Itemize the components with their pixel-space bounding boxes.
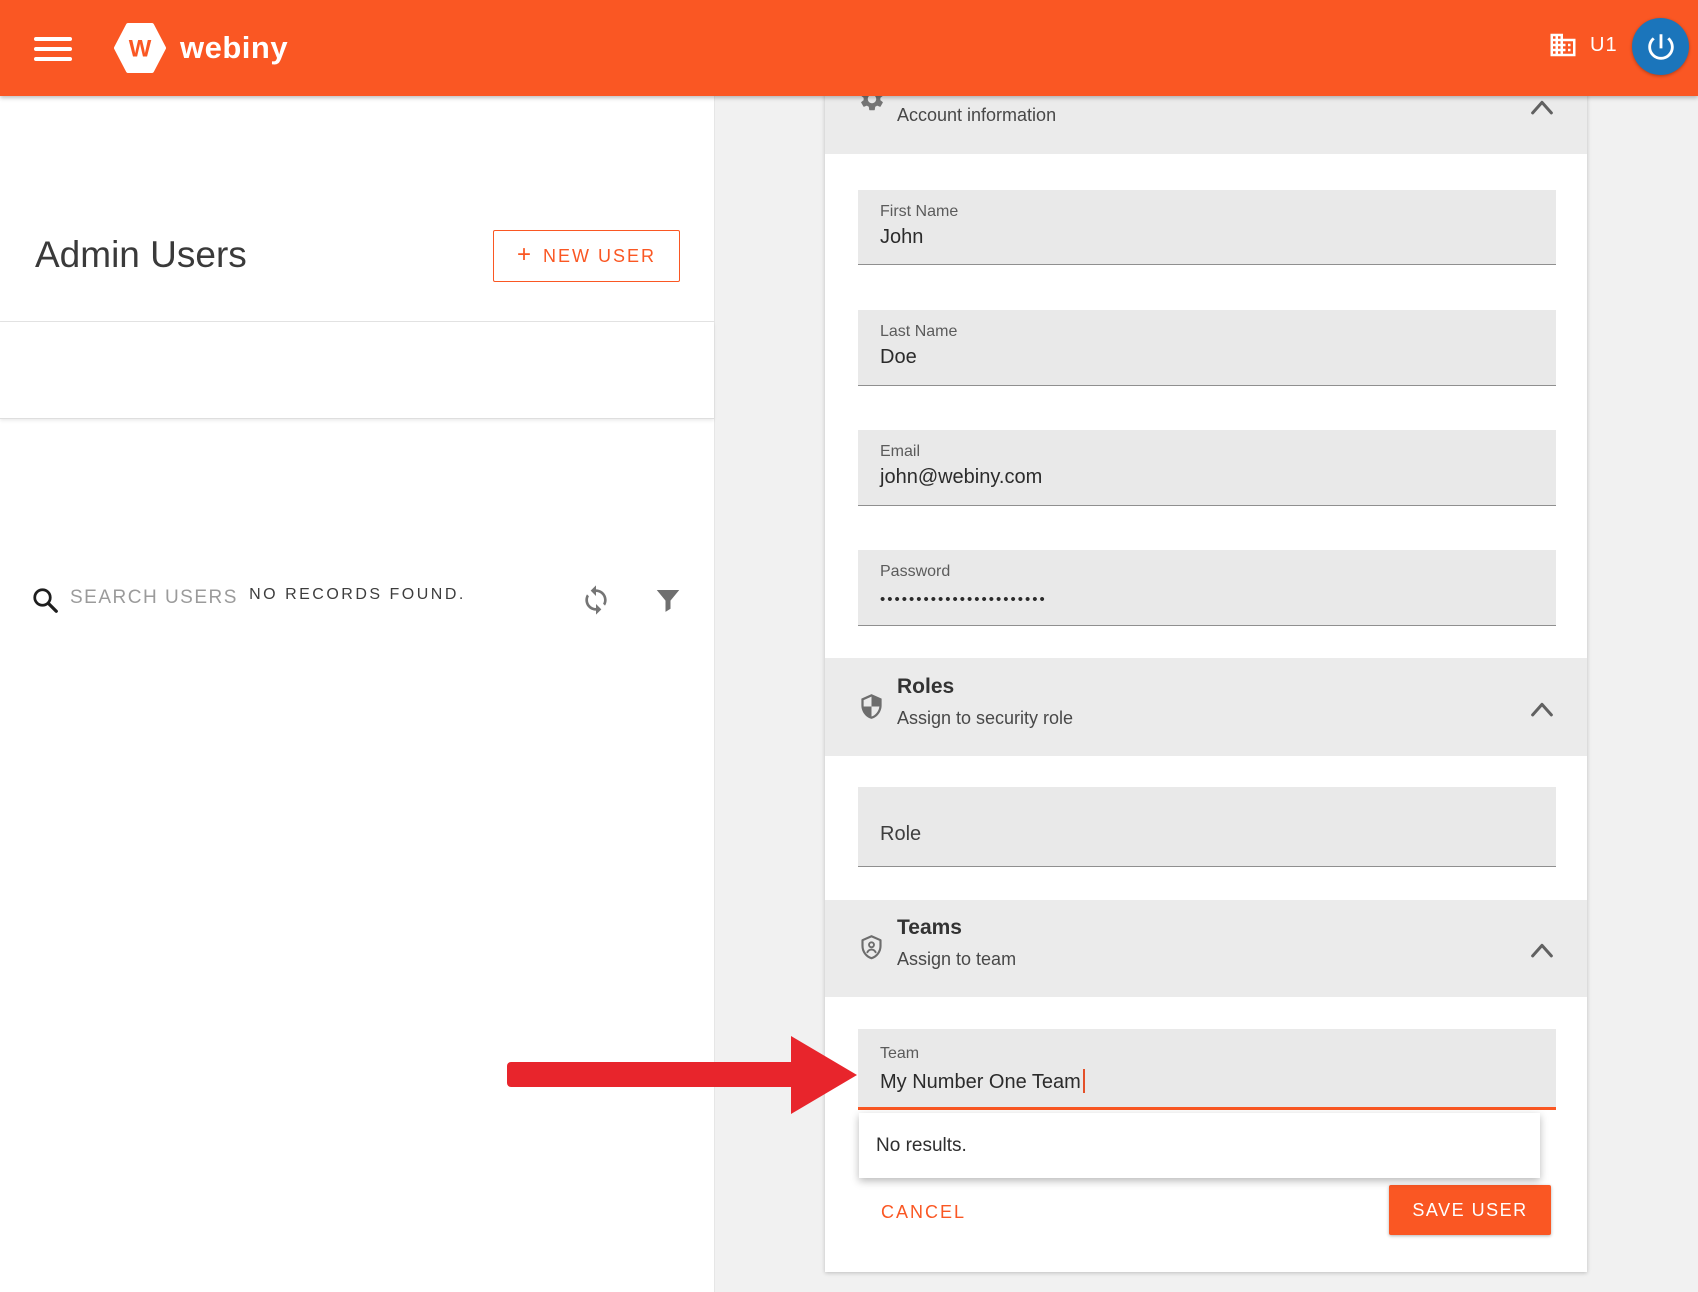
page-title: Admin Users	[35, 234, 247, 276]
password-masked-value: •••••••••••••••••••••••	[880, 591, 1047, 608]
tenant-selector[interactable]: U1	[1548, 30, 1618, 60]
save-user-button[interactable]: SAVE USER	[1389, 1185, 1551, 1235]
user-avatar[interactable]	[1632, 18, 1689, 75]
first-name-field[interactable]: First Name John	[858, 190, 1556, 265]
chevron-up-icon[interactable]	[1528, 96, 1556, 118]
chevron-up-icon[interactable]	[1528, 698, 1556, 720]
tenant-badge: U1	[1590, 34, 1618, 57]
shield-icon	[858, 693, 885, 720]
first-name-value: John	[880, 226, 923, 249]
section-title-teams: Teams	[897, 916, 962, 940]
email-label: Email	[880, 443, 920, 461]
last-name-field[interactable]: Last Name Doe	[858, 310, 1556, 386]
shield-person-icon	[858, 934, 885, 961]
no-results-message: No results.	[876, 1135, 967, 1157]
last-name-value: Doe	[880, 346, 917, 369]
section-subtitle-roles: Assign to security role	[897, 708, 1073, 729]
building-icon	[1548, 30, 1578, 60]
team-autocomplete-field[interactable]: Team My Number One Team	[858, 1029, 1556, 1110]
section-header-teams[interactable]: Teams Assign to team	[825, 900, 1587, 997]
brand-wordmark: webiny	[180, 30, 288, 66]
team-input-value: My Number One Team	[880, 1069, 1085, 1094]
section-title-roles: Roles	[897, 675, 954, 699]
autocomplete-dropdown[interactable]: No results.	[859, 1113, 1540, 1178]
hamburger-menu-icon[interactable]	[34, 31, 72, 65]
role-placeholder: Role	[880, 823, 921, 846]
app-top-bar: W webiny U1	[0, 0, 1698, 96]
last-name-label: Last Name	[880, 323, 957, 341]
webiny-logo[interactable]: W webiny	[114, 20, 288, 76]
empty-list-message: NO RECORDS FOUND.	[0, 586, 715, 604]
role-select-field[interactable]: Role	[858, 787, 1556, 867]
first-name-label: First Name	[880, 203, 958, 221]
section-header-roles[interactable]: Roles Assign to security role	[825, 658, 1587, 756]
chevron-up-icon[interactable]	[1528, 939, 1556, 961]
power-icon	[1644, 30, 1678, 64]
email-value: john@webiny.com	[880, 466, 1042, 489]
new-user-button[interactable]: + NEW USER	[493, 230, 680, 282]
section-subtitle-teams: Assign to team	[897, 949, 1016, 970]
search-bar	[0, 322, 714, 419]
user-form-card: Bio Account information First Name John …	[825, 38, 1587, 1272]
plus-icon: +	[517, 241, 531, 269]
webiny-hexagon-icon: W	[114, 20, 166, 76]
password-field[interactable]: Password •••••••••••••••••••••••	[858, 550, 1556, 626]
text-cursor	[1083, 1069, 1085, 1093]
section-subtitle-bio: Account information	[897, 105, 1056, 126]
team-label: Team	[880, 1045, 919, 1063]
svg-text:W: W	[129, 35, 152, 62]
email-field[interactable]: Email john@webiny.com	[858, 430, 1556, 506]
cancel-button[interactable]: CANCEL	[877, 1194, 970, 1231]
red-arrow-annotation	[505, 1030, 860, 1120]
password-label: Password	[880, 563, 950, 581]
